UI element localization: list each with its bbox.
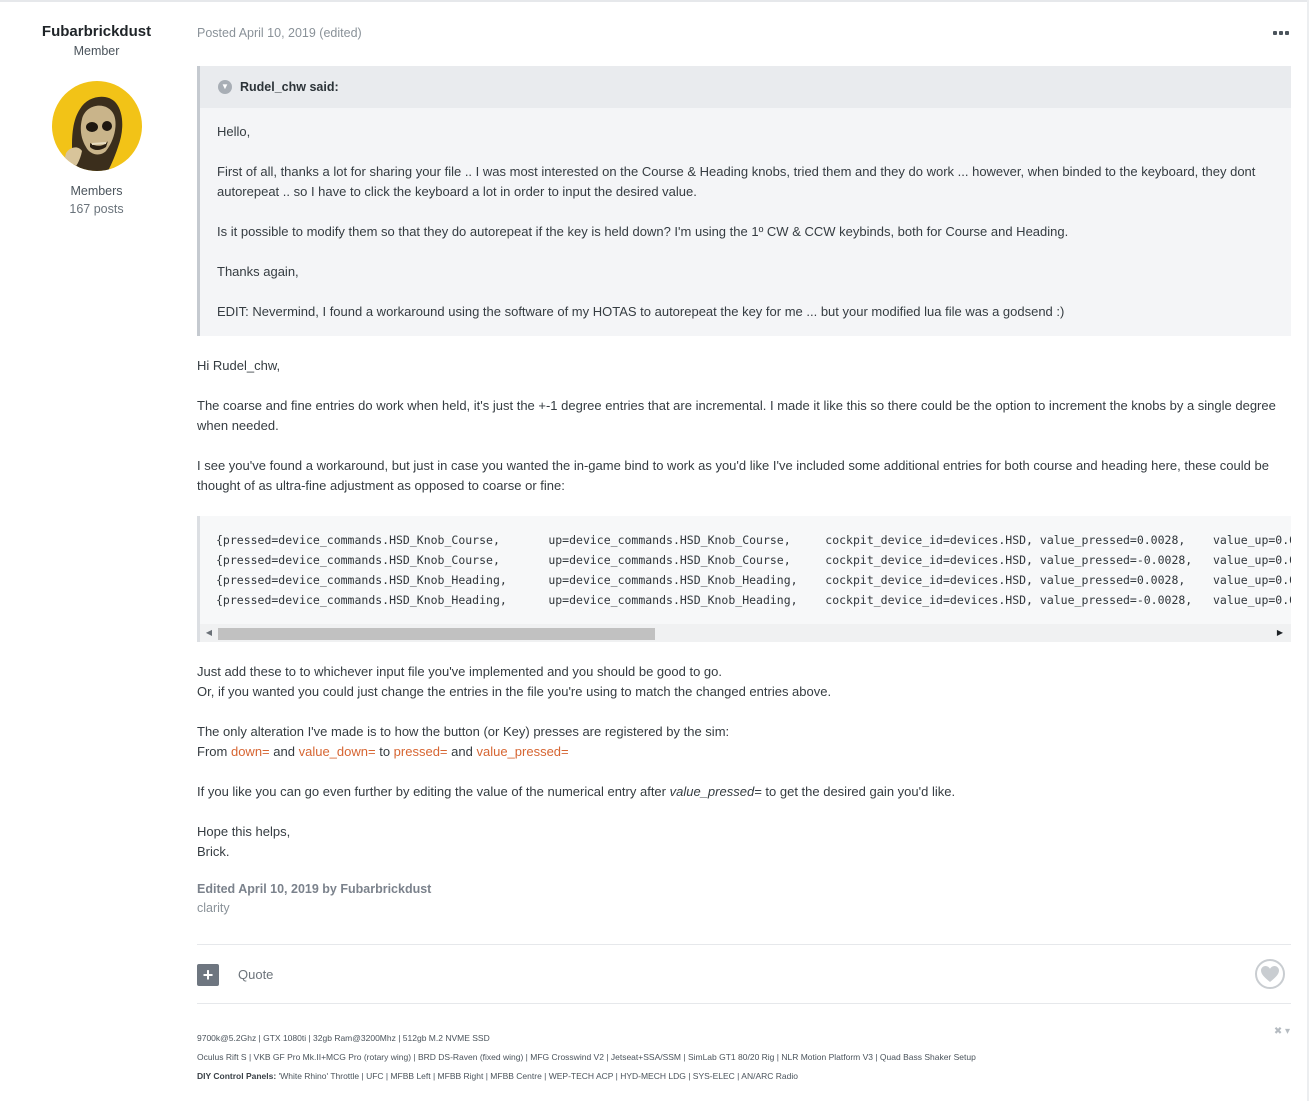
signature-text: 'White Rhino' Throttle | UFC | MFBB Left… bbox=[278, 1071, 798, 1081]
body-line: The only alteration I've made is to how … bbox=[197, 724, 730, 739]
signature-line: Oculus Rift S | VKB GF Pro Mk.II+MCG Pro… bbox=[197, 1052, 976, 1062]
quoted-post: ▼ Rudel_chw said: Hello, First of all, t… bbox=[197, 66, 1291, 336]
edit-reason: clarity bbox=[197, 901, 230, 915]
body-line: Or, if you wanted you could just change … bbox=[197, 684, 832, 699]
author-rank: Member bbox=[73, 44, 120, 58]
author-name-link[interactable]: Fubarbrickdust bbox=[20, 23, 173, 40]
quote-paragraph: First of all, thanks a lot for sharing y… bbox=[217, 164, 1256, 199]
code-line: {pressed=device_commands.HSD_Knob_Headin… bbox=[216, 593, 1291, 607]
quote-paragraph: Is it possible to modify them so that th… bbox=[217, 224, 1069, 239]
quote-body: Hello, First of all, thanks a lot for sh… bbox=[200, 108, 1291, 336]
code-line: {pressed=device_commands.HSD_Knob_Course… bbox=[216, 533, 1291, 547]
body-paragraph: I see you've found a workaround, but jus… bbox=[197, 458, 1269, 493]
scroll-right-icon[interactable]: ▶ bbox=[1271, 623, 1289, 643]
heart-icon[interactable] bbox=[1255, 959, 1285, 989]
body-text: From bbox=[197, 744, 228, 759]
quote-citation: ▼ Rudel_chw said: bbox=[200, 66, 1291, 108]
body-text: to get the desired gain you'd like. bbox=[765, 784, 956, 799]
quote-citation-text: Rudel_chw said: bbox=[240, 80, 339, 94]
body-text: and bbox=[451, 744, 473, 759]
signature-line: DIY Control Panels: 'White Rhino' Thrott… bbox=[197, 1067, 976, 1086]
body-paragraph: Hi Rudel_chw, bbox=[197, 358, 281, 373]
ellipsis-icon[interactable] bbox=[1272, 27, 1290, 39]
author-post-count: 167 posts bbox=[69, 202, 124, 216]
post: Posted April 10, 2019 (edited) ▼ Rudel_c… bbox=[197, 20, 1291, 915]
avatar-image bbox=[51, 81, 142, 171]
quote-paragraph: Hello, bbox=[217, 124, 251, 139]
author-panel: Fubarbrickdust Member Members 167 posts bbox=[20, 20, 173, 216]
body-paragraph: If you like you can go even further by e… bbox=[197, 782, 1291, 802]
body-text: and bbox=[273, 744, 295, 759]
user-signature: 9700k@5.2Ghz | GTX 1080ti | 32gb Ram@320… bbox=[197, 1029, 976, 1086]
post-content: Hi Rudel_chw, The coarse and fine entrie… bbox=[197, 356, 1291, 862]
multiquote-button[interactable]: + bbox=[197, 964, 219, 986]
body-paragraph: Hope this helps, Brick. bbox=[197, 822, 1291, 862]
avatar[interactable] bbox=[51, 81, 142, 171]
scroll-left-icon[interactable]: ◀ bbox=[200, 623, 218, 643]
signature-line: 9700k@5.2Ghz | GTX 1080ti | 32gb Ram@320… bbox=[197, 1033, 490, 1043]
chevron-down-icon[interactable]: ▼ bbox=[218, 80, 232, 94]
quote-paragraph: EDIT: Nevermind, I found a workaround us… bbox=[217, 304, 1065, 319]
body-line: Hope this helps, bbox=[197, 824, 291, 839]
top-border bbox=[0, 0, 1309, 2]
quote-button[interactable]: Quote bbox=[238, 967, 273, 982]
code-lines: {pressed=device_commands.HSD_Knob_Course… bbox=[200, 516, 1291, 624]
highlight-text: value_down= bbox=[298, 744, 376, 759]
body-text: If you like you can go even further by e… bbox=[197, 784, 666, 799]
edited-note: Edited April 10, 2019 by Fubarbrickdust bbox=[197, 882, 432, 896]
code-line: {pressed=device_commands.HSD_Knob_Course… bbox=[216, 553, 1291, 567]
post-date[interactable]: Posted April 10, 2019 (edited) bbox=[197, 20, 1291, 46]
highlight-text: value_pressed= bbox=[476, 744, 569, 759]
code-block[interactable]: {pressed=device_commands.HSD_Knob_Course… bbox=[197, 516, 1291, 642]
body-paragraph: Just add these to to whichever input fil… bbox=[197, 662, 1291, 702]
italic-text: value_pressed= bbox=[669, 784, 762, 799]
body-line: Just add these to to whichever input fil… bbox=[197, 664, 722, 679]
body-paragraph: The coarse and fine entries do work when… bbox=[197, 398, 1276, 433]
post-controls: + Quote bbox=[197, 944, 1291, 1004]
scrollbar-thumb[interactable] bbox=[218, 628, 655, 640]
highlight-text: down= bbox=[230, 744, 270, 759]
author-group: Members bbox=[70, 184, 123, 198]
signature-label: DIY Control Panels: bbox=[197, 1071, 277, 1081]
hide-signature-icon[interactable]: ✖ ▾ bbox=[1274, 1026, 1290, 1037]
body-paragraph: The only alteration I've made is to how … bbox=[197, 722, 1291, 762]
quote-paragraph: Thanks again, bbox=[217, 264, 299, 279]
body-line: Brick. bbox=[197, 844, 230, 859]
code-line: {pressed=device_commands.HSD_Knob_Headin… bbox=[216, 573, 1291, 587]
body-text: to bbox=[379, 744, 391, 759]
highlight-text: pressed= bbox=[393, 744, 448, 759]
horizontal-scrollbar[interactable]: ◀ ▶ bbox=[200, 624, 1291, 642]
